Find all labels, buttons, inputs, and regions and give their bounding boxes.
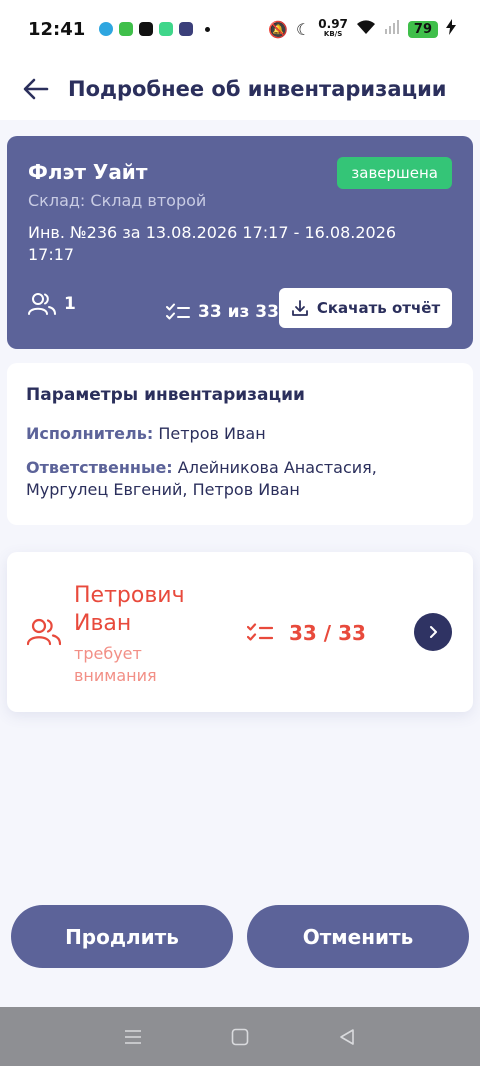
page-title: Подробнее об инвентаризации [68, 77, 447, 101]
recent-apps-button[interactable] [113, 1017, 153, 1057]
users-count: 1 [28, 292, 76, 316]
users-icon [28, 293, 56, 315]
battery-level: 79 [407, 20, 438, 38]
users-count-value: 1 [64, 294, 76, 314]
status-bar: 12:41 🔕 ☾ 0.97 KB/S 79 [0, 0, 480, 58]
items-progress-value: 33 из 33 [198, 302, 279, 322]
executor-label: Исполнитель: [26, 424, 154, 443]
items-progress: 33 из 33 [166, 302, 279, 322]
system-back-button[interactable] [327, 1017, 367, 1057]
status-badge: завершена [337, 157, 452, 189]
home-square-icon [231, 1028, 249, 1045]
charging-icon [446, 19, 456, 39]
responsible-row: Ответственные: Алейникова Анастасия, Мур… [26, 457, 454, 501]
executor-card[interactable]: Петрович Иван требует внимания 33 / 33 [7, 552, 473, 712]
executor-status: требует внимания [74, 644, 157, 685]
params-title: Параметры инвентаризации [26, 385, 305, 405]
system-nav-bar [0, 1007, 480, 1066]
app-header: Подробнее об инвентаризации [0, 58, 480, 120]
open-executor-button[interactable] [414, 613, 452, 651]
arrow-left-icon [23, 78, 49, 100]
extend-button[interactable]: Продлить [11, 905, 233, 968]
network-speed: 0.97 KB/S [318, 18, 348, 39]
notification-icons [99, 22, 211, 36]
download-icon [291, 300, 308, 316]
vpn-icon [179, 22, 194, 36]
wifi-icon [356, 19, 376, 39]
checklist-icon [166, 303, 190, 320]
signal-icon [384, 19, 400, 39]
executor-name: Петрович Иван [74, 583, 185, 636]
back-triangle-icon [339, 1028, 354, 1045]
telegram-icon [99, 22, 114, 36]
checklist-icon [247, 623, 273, 641]
inventory-params-card: Параметры инвентаризации Исполнитель: Пе… [7, 363, 473, 525]
moon-icon: ☾ [295, 19, 311, 39]
warehouse-label: Склад: Склад второй [28, 191, 207, 210]
chevron-right-icon [430, 626, 437, 638]
inventory-period: Инв. №236 за 13.08.2026 17:17 - 16.08.20… [28, 223, 397, 264]
inventory-summary-card: Флэт Уайт Склад: Склад второй Инв. №236 … [7, 136, 473, 349]
executor-progress-value: 33 / 33 [289, 621, 366, 645]
executor-row: Исполнитель: Петров Иван [26, 423, 454, 445]
download-report-label: Скачать отчёт [316, 299, 441, 317]
download-report-button[interactable]: Скачать отчёт [279, 288, 452, 328]
more-notifications-icon [205, 26, 211, 32]
executor-progress: 33 / 33 [247, 621, 366, 645]
app-icon [159, 22, 174, 36]
back-button[interactable] [0, 58, 72, 120]
users-icon [27, 618, 61, 646]
mute-icon: 🔕 [268, 19, 288, 39]
executor-value: Петров Иван [158, 424, 266, 443]
status-time: 12:41 [28, 18, 86, 40]
home-button[interactable] [220, 1017, 260, 1057]
responsible-label: Ответственные: [26, 458, 173, 477]
cancel-button[interactable]: Отменить [247, 905, 469, 968]
youtube-icon [139, 22, 154, 36]
shield-icon [119, 22, 134, 36]
menu-icon [125, 1029, 142, 1044]
